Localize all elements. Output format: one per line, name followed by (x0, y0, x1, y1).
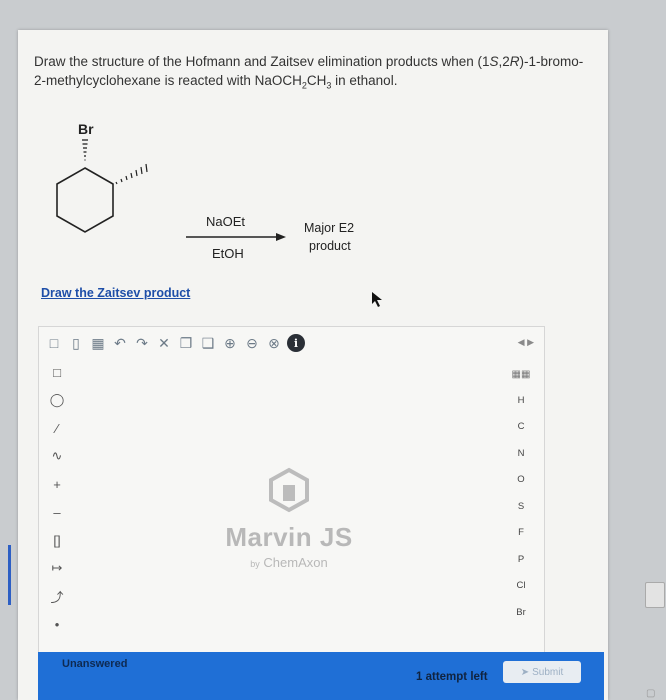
lone-pair-icon[interactable]: • (45, 613, 69, 635)
bracket-icon[interactable]: [] (45, 529, 69, 551)
logo-company: ChemAxon (263, 555, 328, 570)
attempts-left: 1 attempt left (416, 671, 488, 683)
element-n[interactable]: N (509, 440, 533, 467)
product-label-line2: product (309, 239, 351, 253)
element-cl[interactable]: Cl (509, 573, 533, 600)
mouse-pointer-icon (372, 292, 382, 307)
chain-tool-icon[interactable]: ∿ (45, 445, 69, 467)
scroll-arrows-icon[interactable]: ◀ ▶ (518, 337, 534, 348)
element-s[interactable]: S (509, 493, 533, 520)
positive-charge-icon[interactable]: + (45, 473, 69, 495)
question-text: Draw the structure of the Hofmann and Za… (34, 54, 584, 91)
hashed-wedge-br (82, 139, 88, 161)
marvin-logo: Marvin JS by ChemAxon (209, 467, 369, 570)
hashed-wedge-methyl (115, 163, 148, 185)
zoom-out-icon[interactable]: ⊖ (243, 333, 261, 353)
open-folder-icon[interactable]: ▯ (67, 333, 85, 353)
logo-by: by (250, 559, 260, 569)
redo-icon[interactable]: ↷ (133, 333, 151, 353)
side-edge-button[interactable] (645, 582, 665, 608)
zoom-fit-icon[interactable]: ⊗ (265, 333, 283, 353)
element-br[interactable]: Br (509, 599, 533, 626)
select-tool-icon[interactable]: □ (45, 361, 69, 383)
status-bar: Unanswered 1 attempt left ➤ Submit (38, 652, 604, 700)
send-icon: ➤ (520, 666, 530, 678)
reagent-top: NaOEt (206, 214, 245, 229)
cyclohexane-ring (56, 167, 114, 233)
left-edge-marker (8, 545, 11, 605)
marvin-editor[interactable]: □ ▯ ▦ ↶ ↷ ✕ ❐ ❑ ⊕ ⊖ ⊗ i ◀ ▶ □ ◯ ∕ ∿ + – … (38, 326, 545, 654)
marvin-logo-subtitle: by ChemAxon (209, 555, 369, 570)
clear-icon[interactable]: ✕ (155, 333, 173, 353)
element-p[interactable]: P (509, 546, 533, 573)
periodic-table-icon[interactable]: ▦▦ (512, 361, 531, 387)
save-icon[interactable]: ▦ (89, 333, 107, 353)
submit-button[interactable]: ➤ Submit (503, 661, 581, 683)
element-o[interactable]: O (509, 467, 533, 494)
reaction-arrow-icon[interactable]: ↦ (45, 557, 69, 579)
zoom-in-icon[interactable]: ⊕ (221, 333, 239, 353)
draw-zaitsev-link[interactable]: Draw the Zaitsev product (41, 286, 190, 300)
element-palette: ▦▦ H C N O S F P Cl Br (504, 361, 538, 626)
answer-status: Unanswered (62, 658, 128, 670)
left-toolbar: □ ◯ ∕ ∿ + – [] ↦ ⤴ • (43, 361, 71, 635)
editor-toolbar: □ ▯ ▦ ↶ ↷ ✕ ❐ ❑ ⊕ ⊖ ⊗ i (45, 333, 305, 359)
question-card: Draw the structure of the Hofmann and Za… (18, 30, 608, 700)
element-f[interactable]: F (509, 520, 533, 547)
product-label-line1: Major E2 (304, 221, 354, 235)
reagent-bottom: EtOH (212, 246, 244, 261)
corner-icon: ▢ (646, 688, 656, 699)
paste-icon[interactable]: ❑ (199, 333, 217, 353)
element-c[interactable]: C (509, 414, 533, 441)
marvin-logo-title: Marvin JS (225, 522, 353, 552)
marvin-logo-icon (269, 467, 309, 513)
negative-charge-icon[interactable]: – (45, 501, 69, 523)
new-doc-icon[interactable]: □ (45, 333, 63, 353)
copy-icon[interactable]: ❐ (177, 333, 195, 353)
single-bond-icon[interactable]: ∕ (45, 417, 69, 439)
curved-arrow-icon[interactable]: ⤴ (45, 585, 69, 607)
eraser-icon[interactable]: ◯ (45, 389, 69, 411)
undo-icon[interactable]: ↶ (111, 333, 129, 353)
info-icon[interactable]: i (287, 334, 305, 352)
reaction-scheme: Br NaOEt EtOH Major E2 product (56, 121, 354, 261)
bromine-label: Br (78, 121, 94, 137)
submit-label: Submit (532, 666, 564, 678)
reaction-arrowhead (276, 233, 286, 241)
element-h[interactable]: H (509, 387, 533, 414)
